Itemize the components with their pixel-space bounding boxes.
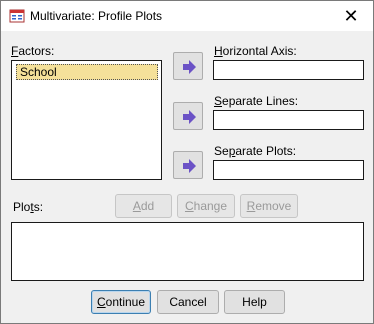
dialog-window: Multivariate: Profile Plots ✕ Factors: S… bbox=[0, 0, 374, 324]
help-button[interactable]: Help bbox=[224, 290, 285, 314]
separate-plots-label: Separate Plots: bbox=[214, 144, 297, 158]
plots-label: Plots: bbox=[13, 200, 44, 214]
separate-lines-label: Separate Lines: bbox=[214, 94, 299, 108]
horizontal-axis-label: Horizontal Axis: bbox=[214, 44, 297, 58]
plots-listbox[interactable] bbox=[11, 222, 364, 281]
change-button[interactable]: Change bbox=[177, 194, 235, 218]
separate-lines-field[interactable] bbox=[213, 110, 364, 130]
move-right-arrow-icon bbox=[183, 60, 196, 74]
horizontal-axis-field[interactable] bbox=[213, 60, 364, 80]
continue-button[interactable]: Continue bbox=[91, 290, 151, 314]
separate-plots-field[interactable] bbox=[213, 160, 364, 180]
factors-listbox[interactable]: School bbox=[11, 60, 162, 180]
move-right-arrow-icon bbox=[183, 159, 196, 173]
cancel-button[interactable]: Cancel bbox=[157, 290, 219, 314]
list-item[interactable]: School bbox=[16, 64, 158, 80]
remove-button[interactable]: Remove bbox=[240, 194, 298, 218]
add-button[interactable]: Add bbox=[115, 194, 172, 218]
move-to-horizontal-axis-button[interactable] bbox=[173, 52, 203, 80]
close-icon: ✕ bbox=[343, 5, 359, 26]
close-button[interactable]: ✕ bbox=[329, 1, 373, 31]
factors-label: Factors: bbox=[11, 44, 55, 58]
move-to-separate-plots-button[interactable] bbox=[173, 151, 203, 179]
spss-dialog-icon bbox=[9, 9, 25, 23]
window-title: Multivariate: Profile Plots bbox=[30, 9, 163, 23]
move-to-separate-lines-button[interactable] bbox=[173, 102, 203, 130]
move-right-arrow-icon bbox=[183, 110, 196, 124]
title-bar: Multivariate: Profile Plots ✕ bbox=[1, 1, 373, 31]
